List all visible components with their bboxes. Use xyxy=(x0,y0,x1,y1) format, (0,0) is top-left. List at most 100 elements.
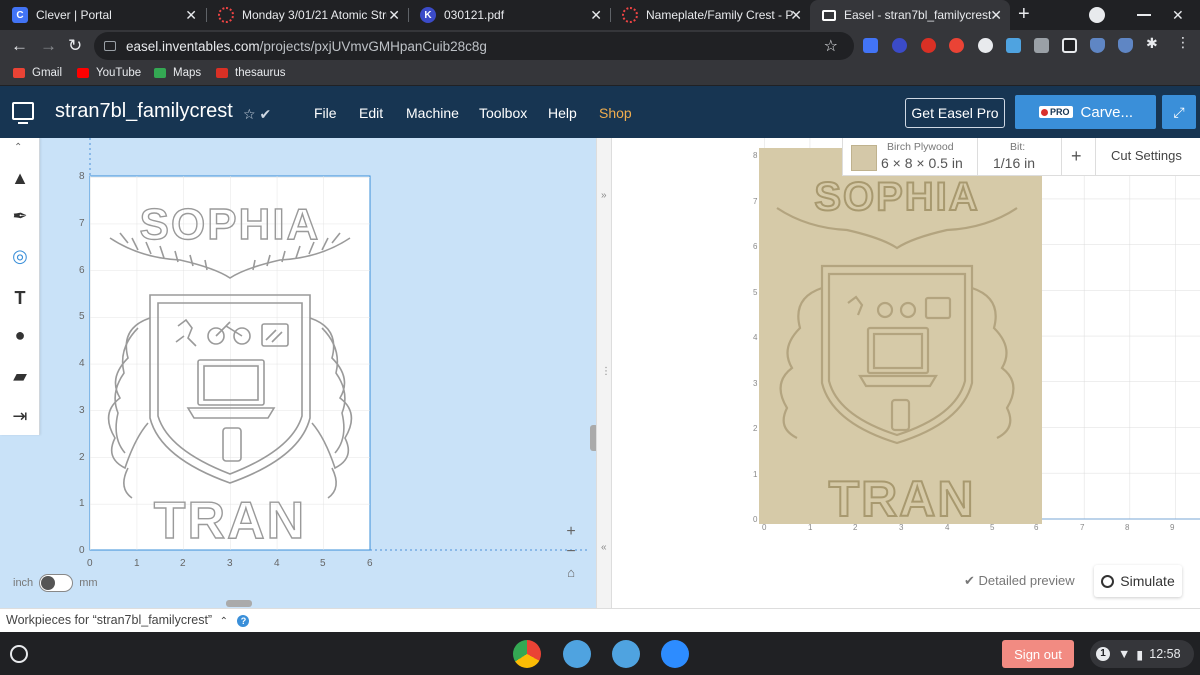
easel-logo-icon[interactable] xyxy=(12,102,34,124)
help-icon[interactable]: ? xyxy=(237,615,250,627)
carve-preview-area[interactable]: SOPHIA TRAN 0 1 2 3 4 5 6 7 8 9 0 1 2 3 … xyxy=(612,138,1200,608)
record-extension-icon[interactable] xyxy=(978,38,993,53)
flipgrid-extension-icon[interactable] xyxy=(1006,38,1021,53)
bookmark-thesaurus[interactable]: thesaurus xyxy=(216,67,286,79)
stop-extension-icon[interactable] xyxy=(921,38,936,53)
shapes-icon[interactable]: ▲ xyxy=(8,166,32,190)
screencast-extension-icon[interactable] xyxy=(949,38,964,53)
chrome-app-icon[interactable] xyxy=(513,640,541,668)
new-tab-icon[interactable]: + xyxy=(1018,3,1030,26)
apple-icon[interactable]: ● xyxy=(8,323,32,347)
expand-right-icon[interactable]: » xyxy=(601,190,607,201)
unit-inch-label: inch xyxy=(13,577,34,589)
tab-atomic-structure[interactable]: Monday 3/01/21 Atomic Struc ✕ xyxy=(206,0,408,30)
shield-extension-icon[interactable] xyxy=(1090,38,1105,53)
back-arrow-icon[interactable]: ← xyxy=(11,36,28,56)
kami-extension-icon[interactable] xyxy=(892,38,907,53)
design-bottom-text[interactable]: TRAN xyxy=(153,491,306,550)
extensions-puzzle-icon[interactable]: ✱ xyxy=(1146,35,1161,51)
design-canvas[interactable]: SOPHIA TRAN 0 1 2 3 4 5 6 0 1 2 3 4 5 6 … xyxy=(0,138,596,608)
preview-canvas[interactable]: SOPHIA TRAN 0 1 2 3 4 5 6 7 8 9 0 1 2 3 … xyxy=(612,138,1200,608)
cast-extension-icon[interactable] xyxy=(1062,38,1077,53)
simulate-button[interactable]: Simulate xyxy=(1094,565,1182,597)
camera-app-icon[interactable] xyxy=(563,640,591,668)
expand-left-icon[interactable]: « xyxy=(601,542,607,553)
zoom-out-icon[interactable]: − xyxy=(560,542,582,562)
home-icon[interactable]: ⌂ xyxy=(560,562,582,582)
get-easel-pro-button[interactable]: Get Easel Pro xyxy=(905,98,1005,128)
easel-favicon-icon xyxy=(822,9,836,21)
add-bit-button[interactable]: + xyxy=(1071,146,1082,167)
close-window-icon[interactable]: ✕ xyxy=(1172,7,1188,23)
menu-help[interactable]: Help xyxy=(548,105,577,121)
maps-icon xyxy=(154,68,166,78)
design-x-axis: 0 1 2 3 4 5 6 xyxy=(87,558,373,569)
carve-button[interactable]: PRO Carve... xyxy=(1015,95,1156,129)
material-name[interactable]: Birch Plywood xyxy=(887,141,954,153)
close-tab-icon[interactable]: ✕ xyxy=(388,7,400,24)
menu-file[interactable]: File xyxy=(314,105,337,121)
bookmark-star-icon[interactable]: ☆ xyxy=(824,36,838,56)
pane-divider[interactable]: » ⋮ « xyxy=(596,138,612,608)
units-switch[interactable] xyxy=(39,574,74,592)
bit-size[interactable]: 1/16 in xyxy=(993,155,1035,171)
bookmark-youtube[interactable]: YouTube xyxy=(77,67,141,79)
pen-icon[interactable]: ✒ xyxy=(8,204,32,228)
status-tray[interactable]: 1 ▼ ▮ 12:58 xyxy=(1090,640,1194,668)
menu-edit[interactable]: Edit xyxy=(359,105,383,121)
bookmark-label: Gmail xyxy=(32,67,63,79)
bookmark-maps[interactable]: Maps xyxy=(154,67,201,79)
pro-badge-label: PRO xyxy=(1050,107,1070,117)
close-tab-icon[interactable]: ✕ xyxy=(590,7,602,24)
import-icon[interactable]: ⇥ xyxy=(8,404,32,428)
youtube-icon xyxy=(77,68,89,78)
menu-shop[interactable]: Shop xyxy=(599,105,632,121)
detailed-preview-toggle[interactable]: ✔ Detailed preview xyxy=(964,573,1075,589)
clever-extension-icon[interactable] xyxy=(863,38,878,53)
sign-out-button[interactable]: Sign out xyxy=(1002,640,1074,668)
text-icon[interactable]: T xyxy=(8,286,32,310)
site-info-icon[interactable] xyxy=(104,41,116,51)
launcher-icon[interactable] xyxy=(10,645,28,663)
menu-toolbox[interactable]: Toolbox xyxy=(479,105,527,121)
reload-icon[interactable]: ↻ xyxy=(68,36,82,56)
collapse-panel-icon[interactable]: ⌃ xyxy=(14,142,22,153)
drag-handle-icon[interactable]: ⋮ xyxy=(601,366,611,377)
pro-badge: PRO xyxy=(1039,106,1073,118)
tab-nameplate[interactable]: Nameplate/Family Crest - Pro ✕ xyxy=(610,0,810,30)
thesaurus-icon xyxy=(216,68,228,78)
design-top-text[interactable]: SOPHIA xyxy=(139,199,321,249)
workpieces-bar[interactable]: Workpieces for “stran7bl_familycrest” ⌃ … xyxy=(0,608,1200,632)
menu-machine[interactable]: Machine xyxy=(406,105,459,121)
close-tab-icon[interactable]: ✕ xyxy=(990,7,1002,24)
design-canvas-area[interactable]: SOPHIA TRAN 0 1 2 3 4 5 6 0 1 2 3 4 5 6 … xyxy=(0,138,596,608)
shield-extension-icon[interactable] xyxy=(1118,38,1133,53)
material-swatch[interactable] xyxy=(851,145,877,171)
zoom-app-icon[interactable] xyxy=(661,640,689,668)
horizontal-scrollbar[interactable] xyxy=(226,600,252,607)
chevron-up-icon[interactable]: ⌃ xyxy=(220,616,228,627)
bookmark-gmail[interactable]: Gmail xyxy=(13,67,62,79)
cut-settings-button[interactable]: Cut Settings xyxy=(1111,148,1182,163)
target-icon[interactable]: ◎ xyxy=(8,244,32,268)
favorite-star-icon[interactable]: ☆ ✔ xyxy=(243,106,271,123)
tab-pdf[interactable]: K 030121.pdf ✕ xyxy=(408,0,610,30)
tab-clever[interactable]: C Clever | Portal ✕ xyxy=(0,0,205,30)
tab-easel[interactable]: Easel - stran7bl_familycrest ✕ xyxy=(810,0,1010,30)
loading-favicon-icon xyxy=(622,7,638,23)
minimize-icon[interactable] xyxy=(1137,14,1151,16)
forward-arrow-icon[interactable]: → xyxy=(40,36,57,56)
tabs-extension-icon[interactable] xyxy=(1034,38,1049,53)
address-bar[interactable]: easel.inventables.com /projects/pxjUVmvG… xyxy=(94,32,854,60)
camera-app-icon[interactable] xyxy=(612,640,640,668)
close-tab-icon[interactable]: ✕ xyxy=(790,7,802,24)
chrome-menu-icon[interactable]: ⋮ xyxy=(1176,34,1191,50)
close-tab-icon[interactable]: ✕ xyxy=(185,7,197,24)
expand-icon[interactable]: ⤢ xyxy=(1162,95,1196,129)
zoom-in-icon[interactable]: + xyxy=(560,522,582,542)
x-tick-label: 2 xyxy=(853,523,858,532)
apps-icon[interactable]: ▰ xyxy=(8,364,32,388)
project-title[interactable]: stran7bl_familycrest xyxy=(55,100,233,123)
profile-menu-icon[interactable] xyxy=(1089,7,1105,23)
material-dimensions[interactable]: 6 × 8 × 0.5 in xyxy=(881,155,963,171)
